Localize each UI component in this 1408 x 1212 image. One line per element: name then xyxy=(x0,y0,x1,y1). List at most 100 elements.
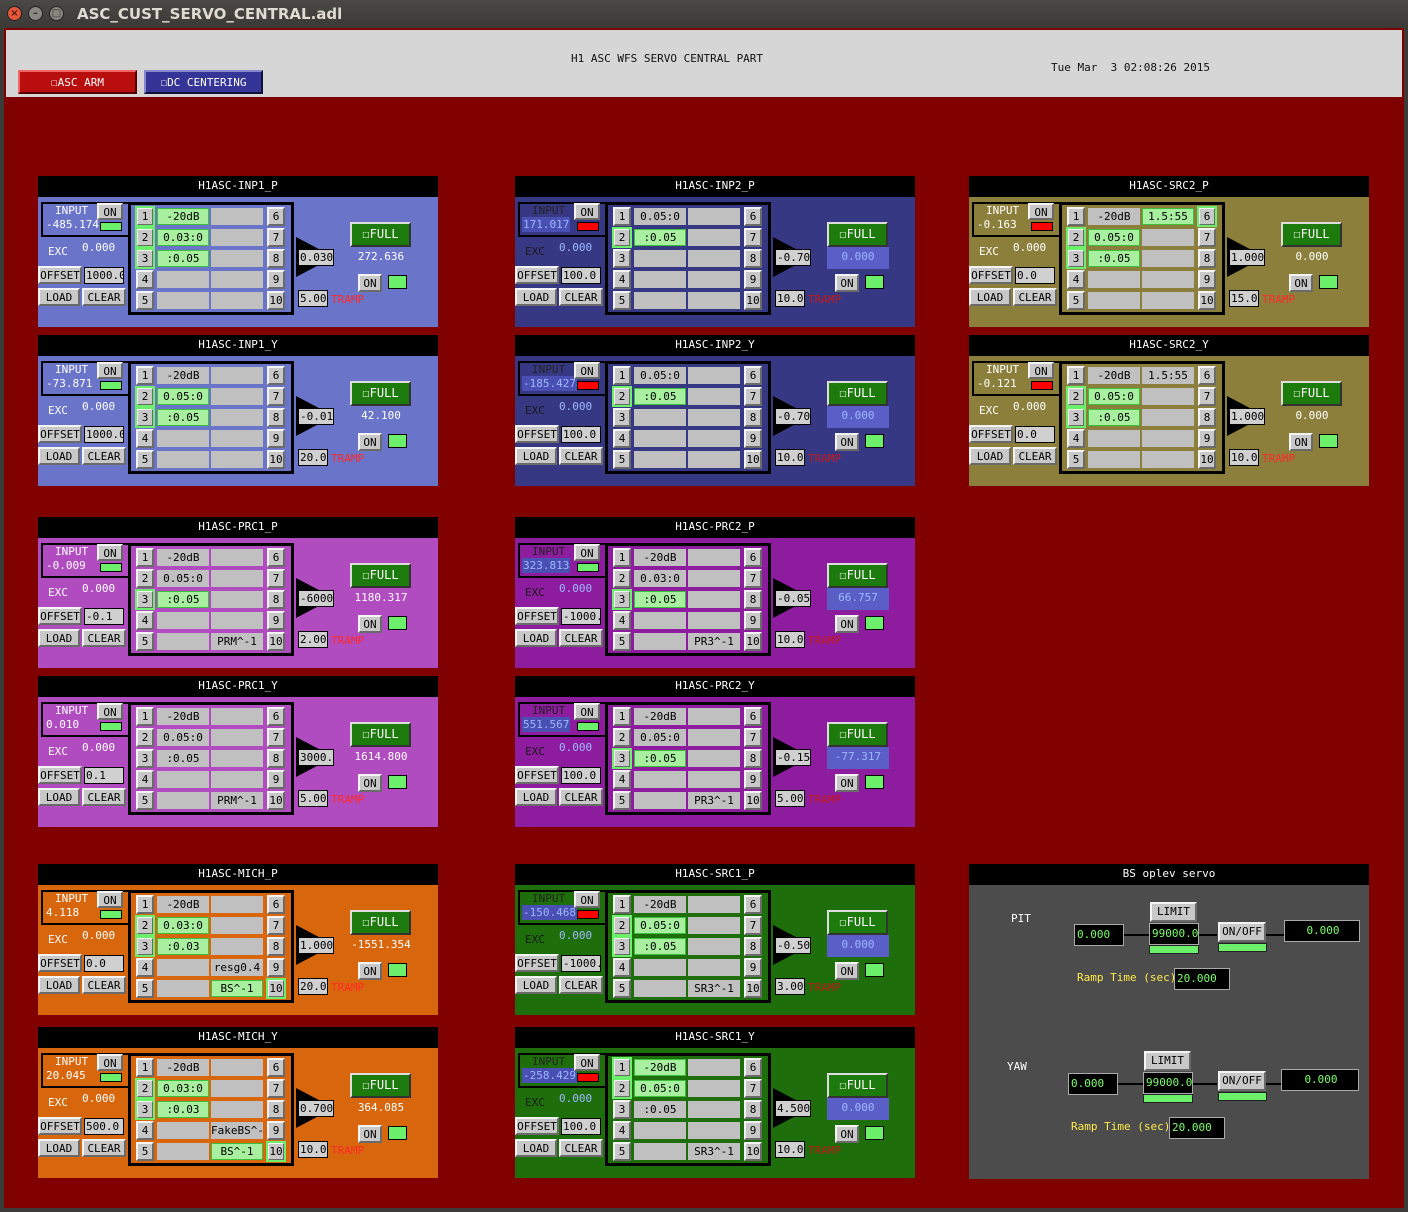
clear-button[interactable]: CLEAR xyxy=(82,1139,126,1157)
clear-button[interactable]: CLEAR xyxy=(559,976,603,994)
filter-button-6[interactable]: 6 xyxy=(267,548,285,567)
filter-button-8[interactable]: 8 xyxy=(267,249,285,268)
filter-button-1[interactable]: 1 xyxy=(136,895,154,914)
gain-input[interactable]: -0.700 xyxy=(775,249,811,266)
filter-button-9[interactable]: 9 xyxy=(267,611,285,630)
filter-button-6[interactable]: 6 xyxy=(744,366,762,385)
full-button[interactable]: ☐FULL xyxy=(827,1073,888,1098)
output-on-button[interactable]: ON xyxy=(1289,274,1313,292)
filter-button-7[interactable]: 7 xyxy=(744,387,762,406)
filter-button-2[interactable]: 2 xyxy=(135,915,155,936)
filter-button-3[interactable]: 3 xyxy=(1066,407,1086,428)
filter-button-7[interactable]: 7 xyxy=(744,569,762,588)
filter-button-3[interactable]: 3 xyxy=(612,936,632,957)
filter-button-5[interactable]: 5 xyxy=(613,632,631,651)
filter-button-10[interactable]: 10 xyxy=(744,979,762,998)
offset-button[interactable]: OFFSET xyxy=(515,766,559,784)
filter-button-8[interactable]: 8 xyxy=(744,1100,762,1119)
yaw-limit-value[interactable]: 99000.0 xyxy=(1143,1072,1193,1094)
filter-button-6[interactable]: 6 xyxy=(744,548,762,567)
gain-input[interactable]: 1.000 xyxy=(1229,249,1265,266)
filter-button-7[interactable]: 7 xyxy=(267,916,285,935)
filter-button-4[interactable]: 4 xyxy=(136,270,154,289)
filter-button-6[interactable]: 6 xyxy=(744,895,762,914)
offset-input[interactable]: -1000. xyxy=(561,955,601,972)
full-button[interactable]: ☐FULL xyxy=(350,563,411,588)
filter-button-3[interactable]: 3 xyxy=(613,1100,631,1119)
filter-button-8[interactable]: 8 xyxy=(744,249,762,268)
filter-button-3[interactable]: 3 xyxy=(135,1099,155,1120)
filter-button-2[interactable]: 2 xyxy=(135,227,155,248)
filter-button-6[interactable]: 6 xyxy=(744,207,762,226)
full-button[interactable]: ☐FULL xyxy=(827,381,888,406)
filter-button-1[interactable]: 1 xyxy=(613,895,631,914)
filter-button-7[interactable]: 7 xyxy=(267,228,285,247)
offset-input[interactable]: 0.0 xyxy=(84,955,124,972)
full-button[interactable]: ☐FULL xyxy=(827,910,888,935)
filter-button-3[interactable]: 3 xyxy=(135,248,155,269)
filter-button-4[interactable]: 4 xyxy=(613,611,631,630)
filter-button-1[interactable]: 1 xyxy=(135,206,155,227)
full-button[interactable]: ☐FULL xyxy=(827,722,888,747)
filter-button-4[interactable]: 4 xyxy=(136,1121,154,1140)
input-on-button[interactable]: ON xyxy=(97,703,123,720)
filter-button-1[interactable]: 1 xyxy=(136,1058,154,1077)
offset-input[interactable]: 1000.0 xyxy=(84,267,124,284)
offset-input[interactable]: 100.0 xyxy=(561,426,601,443)
filter-button-6[interactable]: 6 xyxy=(267,366,285,385)
filter-button-8[interactable]: 8 xyxy=(267,937,285,956)
filter-button-8[interactable]: 8 xyxy=(267,749,285,768)
filter-button-5[interactable]: 5 xyxy=(136,1142,154,1161)
input-on-button[interactable]: ON xyxy=(97,362,123,379)
filter-button-3[interactable]: 3 xyxy=(612,589,632,610)
tramp-input[interactable]: 5.000 xyxy=(298,790,328,807)
filter-button-4[interactable]: 4 xyxy=(136,958,154,977)
offset-button[interactable]: OFFSET xyxy=(38,766,82,784)
filter-button-5[interactable]: 5 xyxy=(136,632,154,651)
filter-button-9[interactable]: 9 xyxy=(267,1121,285,1140)
tramp-input[interactable]: 10.000 xyxy=(775,290,805,307)
filter-button-1[interactable]: 1 xyxy=(612,1057,632,1078)
offset-button[interactable]: OFFSET xyxy=(515,954,559,972)
offset-input[interactable]: -1000. xyxy=(561,608,601,625)
input-on-button[interactable]: ON xyxy=(97,1054,123,1071)
filter-button-9[interactable]: 9 xyxy=(1198,270,1216,289)
output-on-button[interactable]: ON xyxy=(835,1125,859,1143)
clear-button[interactable]: CLEAR xyxy=(559,1139,603,1157)
tramp-input[interactable]: 20.000 xyxy=(298,978,328,995)
full-button[interactable]: ☐FULL xyxy=(1281,222,1342,247)
filter-button-8[interactable]: 8 xyxy=(744,590,762,609)
output-on-button[interactable]: ON xyxy=(358,274,382,292)
offset-button[interactable]: OFFSET xyxy=(969,425,1013,443)
filter-button-6[interactable]: 6 xyxy=(744,707,762,726)
gain-input[interactable]: -6000. xyxy=(298,590,334,607)
filter-button-3[interactable]: 3 xyxy=(135,589,155,610)
filter-button-9[interactable]: 9 xyxy=(744,270,762,289)
filter-button-3[interactable]: 3 xyxy=(135,936,155,957)
filter-button-2[interactable]: 2 xyxy=(612,1078,632,1099)
load-button[interactable]: LOAD xyxy=(515,788,557,806)
filter-button-2[interactable]: 2 xyxy=(612,386,632,407)
tramp-input[interactable]: 10.000 xyxy=(775,449,805,466)
filter-button-9[interactable]: 9 xyxy=(267,429,285,448)
gain-input[interactable]: -0.500 xyxy=(775,937,811,954)
filter-button-7[interactable]: 7 xyxy=(744,228,762,247)
filter-button-1[interactable]: 1 xyxy=(613,707,631,726)
offset-button[interactable]: OFFSET xyxy=(38,954,82,972)
filter-button-8[interactable]: 8 xyxy=(1198,408,1216,427)
filter-button-5[interactable]: 5 xyxy=(136,791,154,810)
filter-button-5[interactable]: 5 xyxy=(136,291,154,310)
filter-button-10[interactable]: 10 xyxy=(267,291,285,310)
filter-button-6[interactable]: 6 xyxy=(267,207,285,226)
pit-onoff-button[interactable]: ON/OFF xyxy=(1218,922,1266,942)
clear-button[interactable]: CLEAR xyxy=(559,629,603,647)
filter-button-6[interactable]: 6 xyxy=(1198,366,1216,385)
load-button[interactable]: LOAD xyxy=(38,447,80,465)
filter-button-5[interactable]: 5 xyxy=(136,450,154,469)
filter-button-3[interactable]: 3 xyxy=(135,407,155,428)
clear-button[interactable]: CLEAR xyxy=(1013,447,1057,465)
output-on-button[interactable]: ON xyxy=(1289,433,1313,451)
load-button[interactable]: LOAD xyxy=(515,447,557,465)
offset-input[interactable]: 100.0 xyxy=(561,267,601,284)
filter-button-9[interactable]: 9 xyxy=(267,270,285,289)
